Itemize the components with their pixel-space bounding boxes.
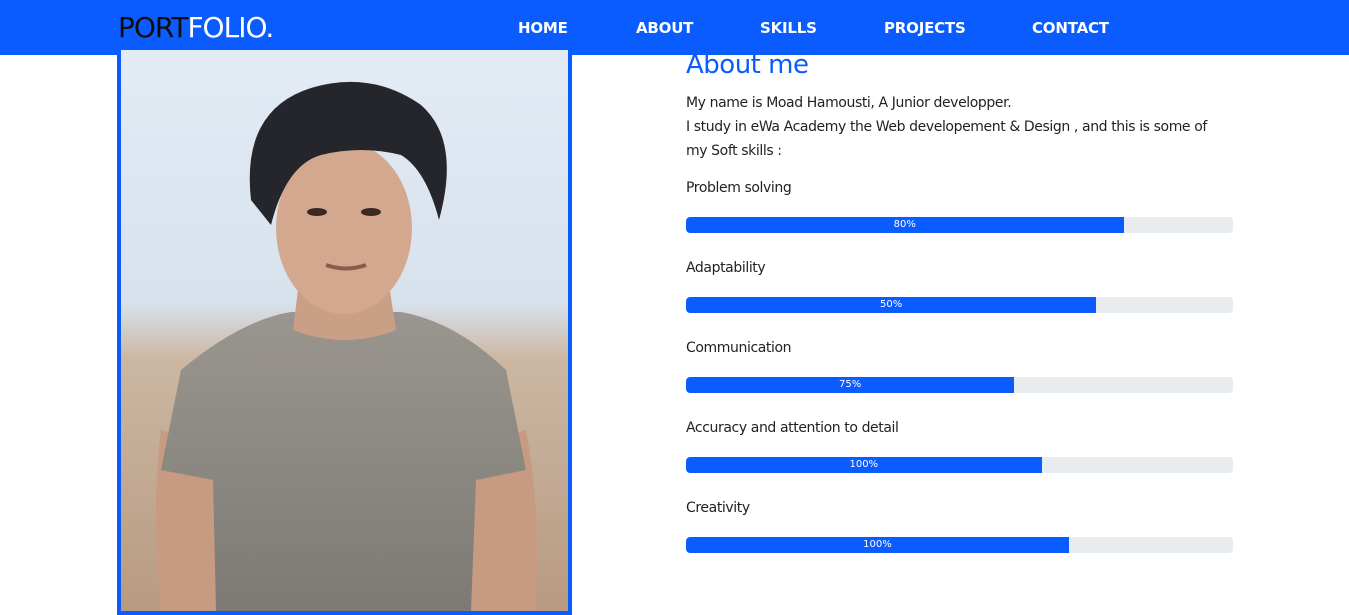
skill-label-adaptability: Adaptability (686, 260, 766, 276)
nav-about[interactable]: ABOUT (636, 19, 693, 37)
profile-photo (117, 50, 572, 615)
skill-label-problem-solving: Problem solving (686, 180, 792, 196)
nav-projects[interactable]: PROJECTS (884, 19, 966, 37)
about-description: My name is Moad Hamousti, A Junior devel… (686, 91, 1216, 163)
portrait-image (121, 50, 568, 611)
nav-skills[interactable]: SKILLS (760, 19, 817, 37)
skill-bar-problem-solving: 80% (686, 217, 1233, 233)
about-title: About me (686, 50, 809, 80)
skill-label-accuracy: Accuracy and attention to detail (686, 420, 899, 436)
skill-bar-adaptability: 50% (686, 297, 1233, 313)
skill-bar-creativity: 100% (686, 537, 1233, 553)
skill-label-creativity: Creativity (686, 500, 750, 516)
brand-part-2: FOLIO. (187, 11, 274, 44)
skill-fill-problem-solving: 80% (686, 217, 1124, 233)
skill-fill-accuracy: 100% (686, 457, 1042, 473)
skill-fill-creativity: 100% (686, 537, 1069, 553)
brand-part-1: PORT (118, 11, 188, 44)
skill-bar-accuracy: 100% (686, 457, 1233, 473)
skill-label-communication: Communication (686, 340, 792, 356)
nav-home[interactable]: HOME (518, 19, 568, 37)
nav-contact[interactable]: CONTACT (1032, 19, 1109, 37)
top-navbar: PORTFOLIO. HOME ABOUT SKILLS PROJECTS CO… (0, 0, 1349, 55)
about-line-1: My name is Moad Hamousti, A Junior devel… (686, 95, 1012, 111)
skill-bar-communication: 75% (686, 377, 1233, 393)
skill-fill-communication: 75% (686, 377, 1015, 393)
skill-fill-adaptability: 50% (686, 297, 1097, 313)
about-line-2: I study in eWa Academy the Web developem… (686, 119, 1207, 159)
brand-logo[interactable]: PORTFOLIO. (118, 11, 274, 45)
